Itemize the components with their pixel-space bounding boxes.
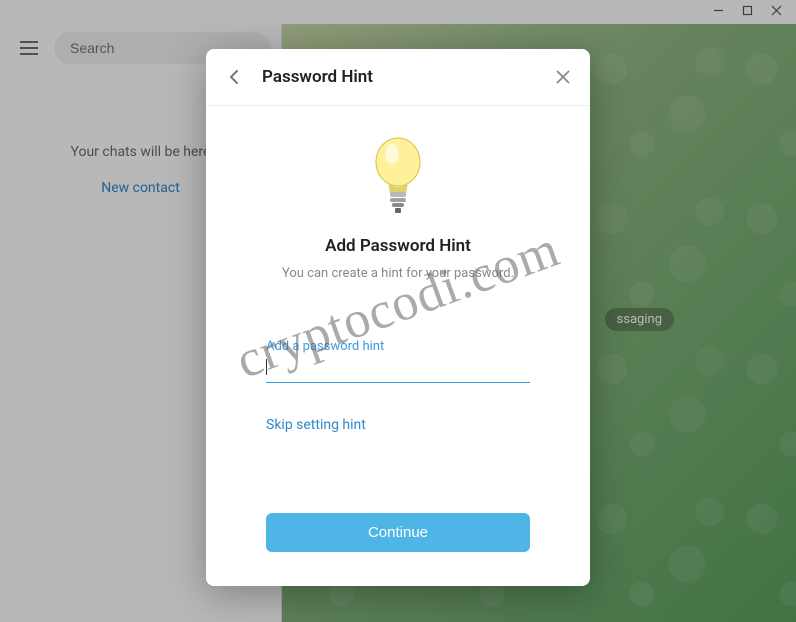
back-button[interactable] (226, 68, 244, 86)
hint-input[interactable] (266, 356, 530, 383)
skip-link[interactable]: Skip setting hint (266, 417, 530, 433)
dialog-title: Password Hint (262, 67, 538, 87)
lightbulb-icon (366, 132, 430, 216)
password-hint-dialog: Password Hint Add Password Hint You can … (206, 49, 590, 586)
close-button[interactable] (556, 70, 570, 84)
section-subtitle: You can create a hint for your password. (266, 266, 530, 281)
section-title: Add Password Hint (266, 236, 530, 256)
hint-field-label: Add a password hint (266, 339, 530, 354)
modal-overlay: Password Hint Add Password Hint You can … (0, 0, 796, 622)
continue-button[interactable]: Continue (266, 513, 530, 552)
